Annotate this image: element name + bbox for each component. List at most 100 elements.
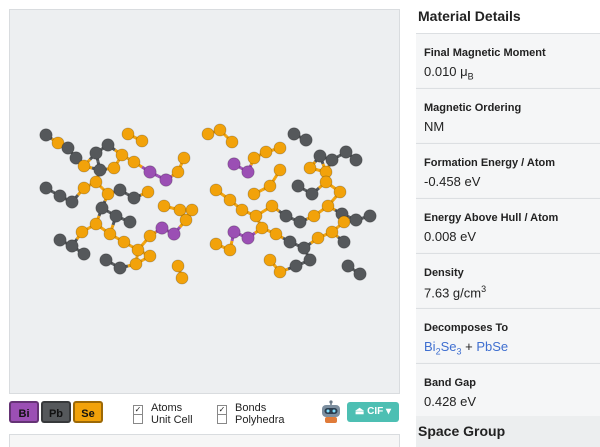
magnetic-ordering-label: Magnetic Ordering [424,102,522,114]
se-atom [319,175,333,189]
plus-sign: + [461,339,477,354]
magnetic-ordering-value: NM [424,119,445,134]
pb-atom [305,187,319,201]
formation-energy-value: -0.458 eV [424,174,481,189]
se-atom [259,145,273,159]
se-atom [129,257,143,271]
material-details-title: Material Details [416,0,600,33]
se-atom [269,227,283,241]
bi-atom [241,231,255,245]
pb-atom [297,241,311,255]
polyhedra-label: Polyhedra [235,414,285,426]
se-atom [311,231,325,245]
se-atom [325,225,339,239]
se-atom [201,127,215,141]
se-atom [235,203,249,217]
polyhedra-toggle[interactable]: Polyhedra [217,414,285,426]
se-atom [135,134,149,148]
density-value: 7.63 g/cm3 [424,284,487,301]
material-details-panel: Material Details Final Magnetic Moment 0… [416,0,600,447]
se-atom [321,199,335,213]
atoms-label: Atoms [151,402,183,414]
se-atom [263,253,277,267]
pb-atom [61,141,75,155]
band-gap-value: 0.428 eV [424,394,477,409]
pb-atom [353,267,367,281]
bi2se3-link[interactable]: Bi2Se3 [424,339,462,357]
se-atom [101,187,115,201]
pb-atom [101,138,115,152]
se-atom [265,199,279,213]
element-legend-se[interactable]: Se [73,401,103,423]
se-atom [273,265,287,279]
download-cif-button[interactable]: ⏏ CIF ▾ [347,402,399,422]
se-atom [333,185,347,199]
pb-atom [287,127,301,141]
pb-atom [109,209,123,223]
pb-atom [53,189,67,203]
pb-atom [313,149,327,163]
se-atom [337,215,351,229]
density-label: Density [424,267,464,279]
pb-atom [93,163,107,177]
se-atom [89,217,103,231]
bi-atom [241,165,255,179]
formation-energy-row: Formation Energy / Atom -0.458 eV [416,143,600,197]
pb-atom [293,215,307,229]
density-row: Density 7.63 g/cm3 [416,253,600,307]
pb-atom [341,259,355,273]
bi-atom [167,227,181,241]
decomposes-to-label: Decomposes To [424,322,509,334]
atom-spheres [39,123,377,285]
pb-atom [289,259,303,273]
decomposes-to-row: Decomposes To Bi2Se3 + PbSe [416,308,600,362]
se-atom [213,123,227,137]
se-atom [107,161,121,175]
element-legend-bi[interactable]: Bi [9,401,39,423]
energy-above-hull-label: Energy Above Hull / Atom [424,212,559,224]
pb-atom [363,209,377,223]
pb-atom [113,183,127,197]
polyhedra-checkbox[interactable] [217,414,227,424]
decomposes-to-value: Bi2Se3 + PbSe [424,339,508,357]
se-atom [171,259,185,273]
formation-energy-label: Formation Energy / Atom [424,157,555,169]
viewer-footer-panel [9,434,400,447]
magnetic-moment-row: Final Magnetic Moment 0.010 μB [416,33,600,87]
pb-atom [303,253,317,267]
pbse-link[interactable]: PbSe [476,339,508,354]
se-atom [143,229,157,243]
pb-atom [127,191,141,205]
download-icon: ⏏ [354,406,365,417]
bi-atom [159,173,173,187]
se-atom [223,193,237,207]
magnetic-moment-label: Final Magnetic Moment [424,47,546,59]
chevron-down-icon: ▾ [386,406,392,417]
pb-atom [65,239,79,253]
pb-atom [95,201,109,215]
element-legend-pb[interactable]: Pb [41,401,71,423]
structure-viewer[interactable] [9,9,400,394]
se-atom [131,243,145,257]
bi-atom [155,221,169,235]
se-atom [115,148,129,162]
se-atom [77,159,91,173]
pb-atom [291,179,305,193]
pb-atom [39,181,53,195]
pb-atom [53,233,67,247]
robot-icon[interactable] [320,400,342,424]
download-cif-label: CIF [367,406,384,417]
pb-atom [123,215,137,229]
unit-cell-toggle[interactable]: Unit Cell [133,414,193,426]
se-atom [103,227,117,241]
unit-cell-checkbox[interactable] [133,414,143,424]
se-atom [177,151,191,165]
energy-above-hull-row: Energy Above Hull / Atom 0.008 eV [416,198,600,252]
se-atom [175,271,189,285]
se-atom [157,199,171,213]
pb-atom [325,153,339,167]
pb-atom [113,261,127,275]
se-atom [255,221,269,235]
crystal-structure-render[interactable] [10,10,399,393]
se-atom [307,209,321,223]
